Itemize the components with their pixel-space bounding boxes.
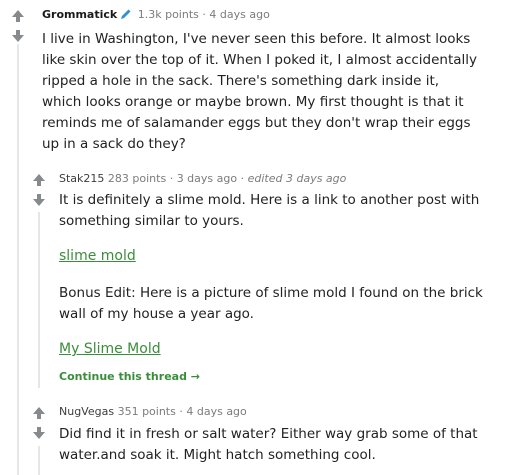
comment-time[interactable]: 4 days ago — [186, 405, 246, 418]
thread-line-nested-2[interactable] — [38, 446, 40, 475]
slime-mold-link[interactable]: slime mold — [59, 246, 136, 267]
comment-time[interactable]: 4 days ago — [209, 8, 269, 21]
separator: · — [202, 8, 206, 21]
comment-points: 1.3k points — [137, 8, 199, 21]
up-arrow-icon[interactable] — [31, 405, 47, 421]
comment-body: Did find it in fresh or salt water? Eith… — [59, 424, 484, 466]
thread-line[interactable] — [17, 44, 19, 475]
my-slime-mold-link[interactable]: My Slime Mold — [59, 339, 161, 360]
comment-author[interactable]: Grommatick — [42, 8, 117, 21]
down-arrow-icon[interactable] — [31, 192, 47, 208]
comment-text: It is definitely a slime mold. Here is a… — [59, 192, 480, 229]
edited-label: edited 3 days ago — [247, 172, 347, 185]
comment-meta: Grommatick 1.3k points · 4 days ago — [42, 8, 270, 24]
comment-text: Did find it in fresh or salt water? Eith… — [59, 426, 478, 463]
comment-points: 351 points — [117, 405, 176, 418]
comment-body: It is definitely a slime mold. Here is a… — [59, 190, 484, 232]
comment-author[interactable]: NugVegas — [59, 405, 114, 418]
comment-meta: NugVegas 351 points · 4 days ago — [59, 405, 247, 419]
comment-text: I live in Washington, I've never seen th… — [42, 31, 478, 152]
down-arrow-icon[interactable] — [10, 28, 26, 44]
down-arrow-icon[interactable] — [31, 425, 47, 441]
up-arrow-icon[interactable] — [10, 8, 26, 24]
comment-body-edit: Bonus Edit: Here is a picture of slime m… — [59, 283, 484, 325]
comment-author[interactable]: Stak215 — [59, 172, 104, 185]
pencil-icon — [120, 8, 132, 24]
vote-column — [31, 172, 47, 208]
comment-body: I live in Washington, I've never seen th… — [42, 29, 482, 155]
comment-meta: Stak215 283 points · 3 days ago · edited… — [59, 172, 346, 186]
comment-points: 283 points — [107, 172, 167, 185]
comment-text: Bonus Edit: Here is a picture of slime m… — [59, 285, 483, 322]
separator: · — [169, 172, 174, 185]
comment-time[interactable]: 3 days ago — [177, 172, 237, 185]
up-arrow-icon[interactable] — [31, 172, 47, 188]
separator: · — [240, 172, 245, 185]
continue-thread-link[interactable]: Continue this thread → — [59, 370, 200, 383]
thread-line-nested[interactable] — [38, 212, 40, 388]
vote-column — [10, 8, 26, 44]
separator: · — [179, 405, 183, 418]
vote-column — [31, 405, 47, 441]
